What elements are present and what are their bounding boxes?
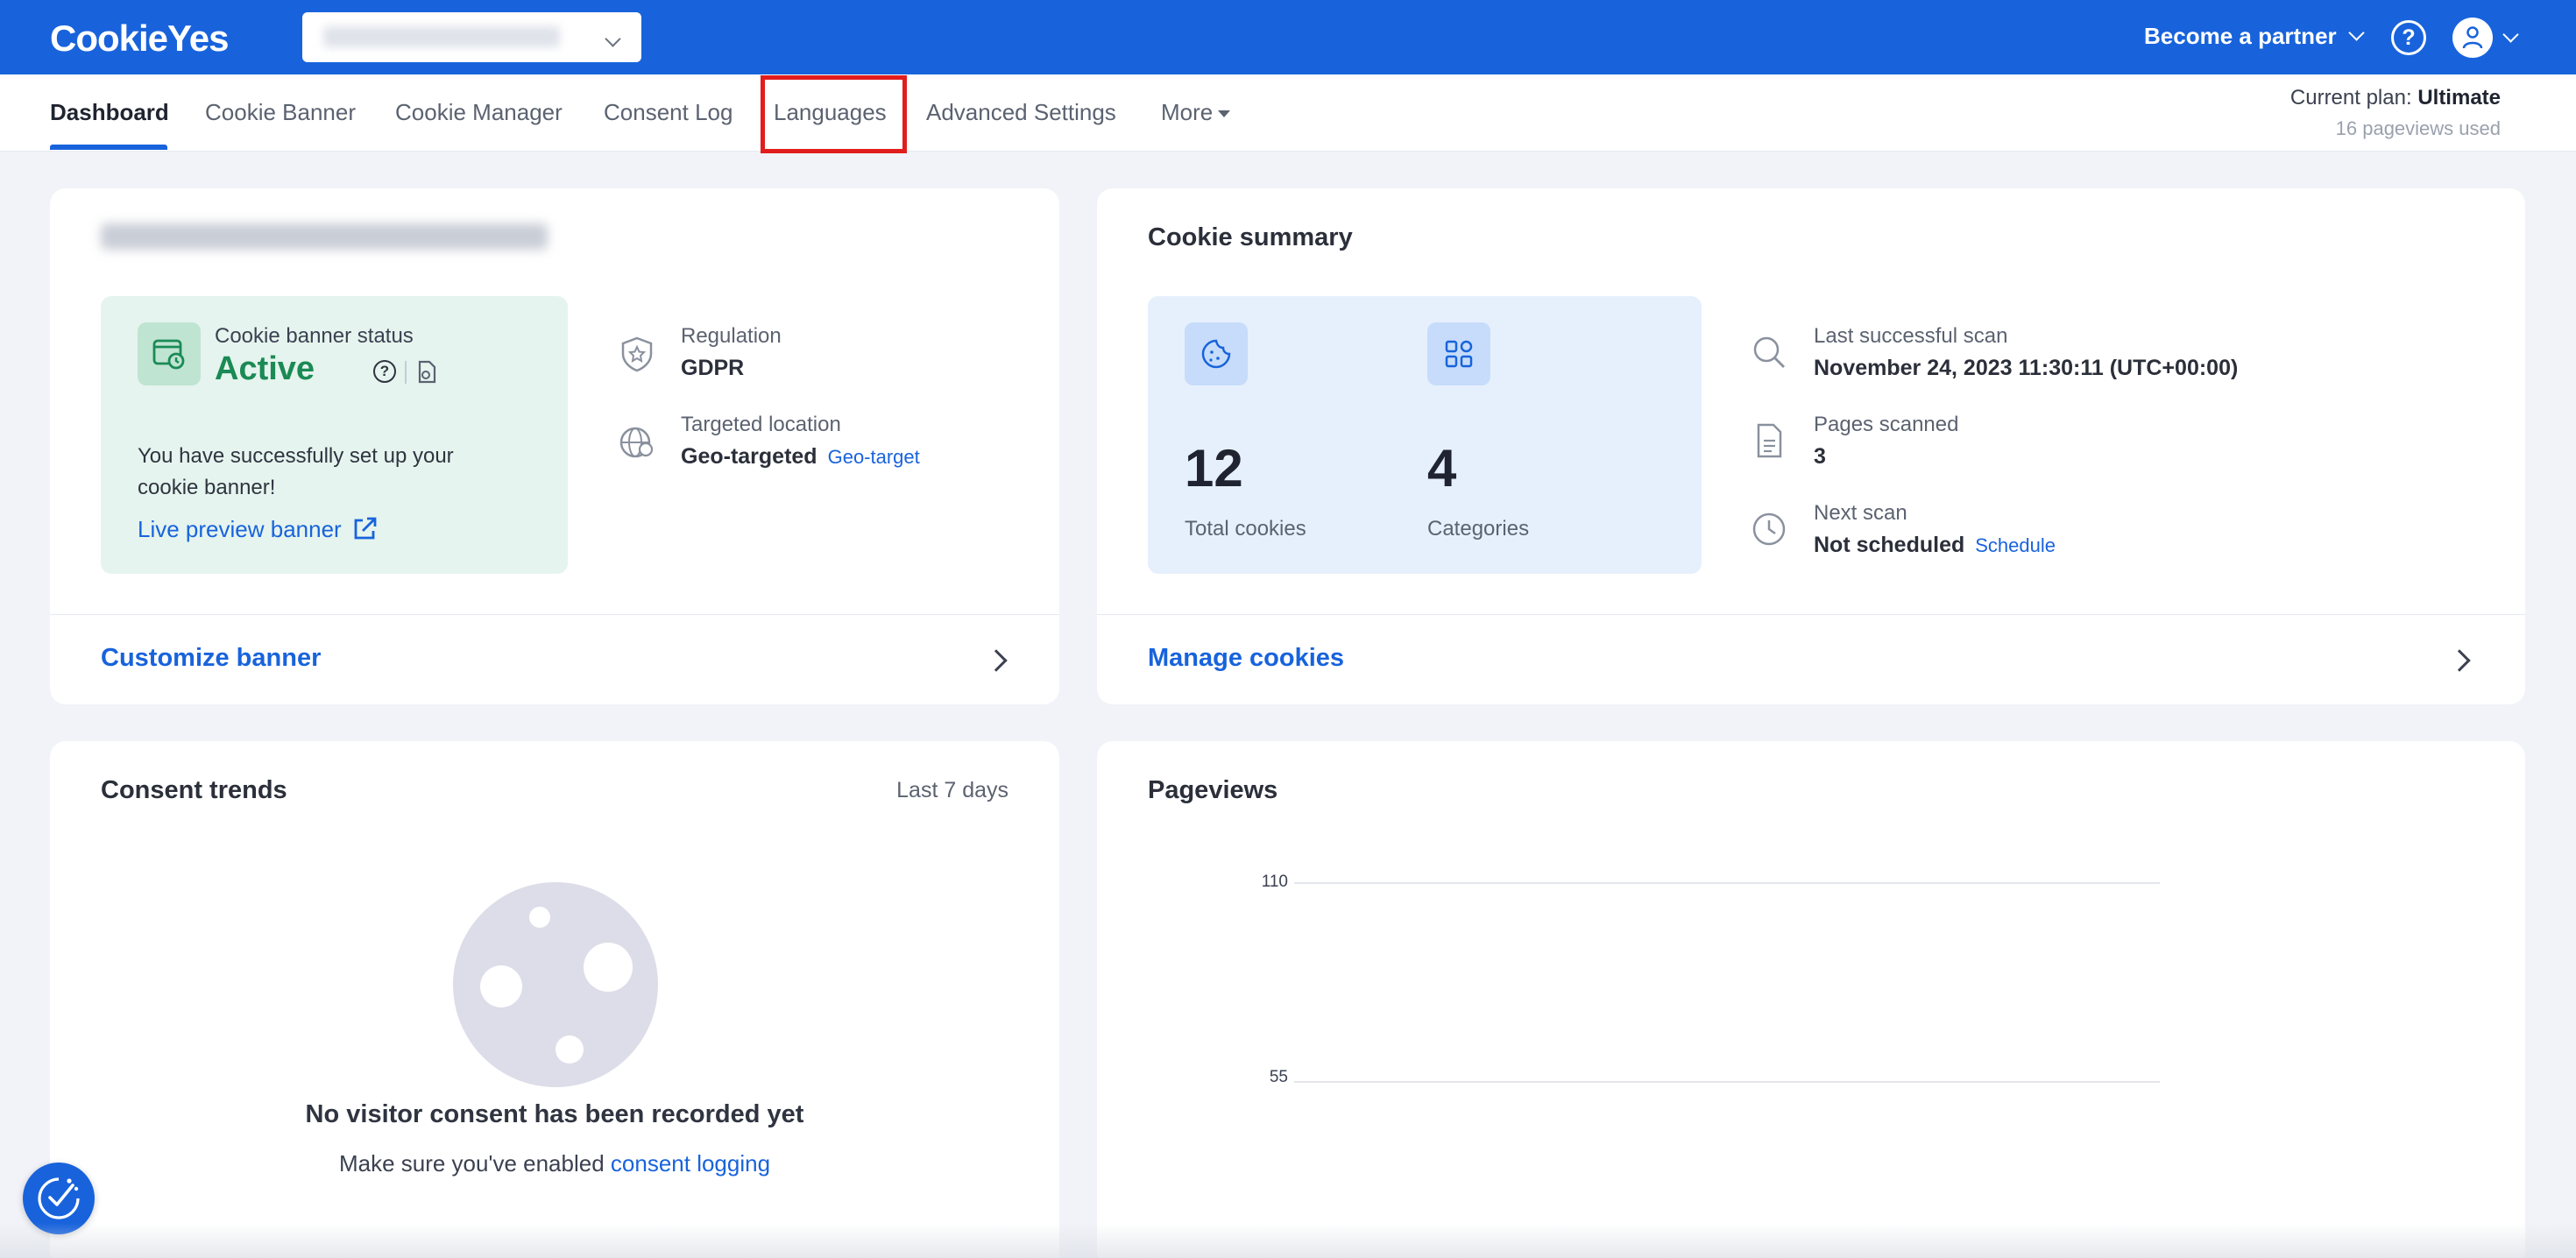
empty-state-sub-label: Make sure you've enabled (338, 1150, 605, 1177)
total-cookies-label: Total cookies (1185, 517, 1306, 541)
status-box: Cookie banner status Active ? You have s… (101, 296, 568, 574)
next-scan-label: Next scan (1814, 501, 1907, 525)
site-url-title-blurred (101, 223, 548, 250)
status-value: Active (215, 350, 315, 387)
tab-cookie-manager[interactable]: Cookie Manager (395, 99, 563, 126)
regulation-label: Regulation (681, 324, 782, 348)
next-scan-value-line: Not scheduled Schedule (1814, 533, 2056, 558)
document-icon (1757, 423, 1782, 458)
geo-target-link[interactable]: Geo-target (828, 446, 920, 468)
pages-scanned-label: Pages scanned (1814, 413, 1959, 436)
y-tick-110: 110 (1261, 873, 1288, 891)
tab-consent-log[interactable]: Consent Log (604, 99, 732, 126)
cookie-check-icon (38, 1177, 80, 1219)
chevron-down-icon (2347, 25, 2365, 41)
banner-status-card: Cookie banner status Active ? You have s… (50, 188, 1059, 704)
pageviews-card: Pageviews 110 55 (1097, 741, 2525, 1258)
consent-preferences-button[interactable] (23, 1163, 95, 1234)
next-scan-row: Next scan Not scheduled Schedule (1814, 501, 2056, 558)
targeted-location-row: Targeted location Geo-targeted Geo-target (681, 413, 920, 470)
pages-scanned-row: Pages scanned 3 (1814, 413, 1958, 470)
shield-icon (621, 336, 653, 372)
next-scan-value: Not scheduled (1814, 533, 1965, 557)
last-scan-row: Last successful scan November 24, 2023 1… (1814, 324, 2238, 381)
cookie-icon (1185, 322, 1248, 385)
pageviews-used: 16 pageviews used (2335, 117, 2501, 139)
grid-glyph (1445, 340, 1473, 368)
avatar[interactable] (2452, 18, 2493, 58)
customize-banner-link[interactable]: Customize banner (101, 644, 321, 673)
categories-icon (1427, 322, 1490, 385)
date-range-selector[interactable]: Last 7 days (896, 778, 1008, 803)
last-scan-value: November 24, 2023 11:30:11 (UTC+00:00) (1814, 356, 2239, 380)
last-scan-label: Last successful scan (1814, 324, 2008, 348)
highlight-box (761, 75, 907, 153)
cookieyes-logo[interactable]: CookieYes (50, 18, 229, 60)
gridline-55 (1294, 1081, 2160, 1083)
site-url-blurred (323, 26, 560, 47)
categories-label: Categories (1427, 517, 1530, 541)
site-selector[interactable] (302, 12, 641, 62)
tab-cookie-banner[interactable]: Cookie Banner (205, 99, 356, 126)
become-partner-label: Become a partner (2144, 23, 2337, 49)
consent-logging-link[interactable]: consent logging (611, 1150, 770, 1177)
chevron-down-icon (605, 31, 621, 47)
card-divider (1097, 614, 2525, 615)
schedule-link[interactable]: Schedule (1975, 534, 2056, 556)
targeted-location-value: Geo-targeted (681, 444, 817, 469)
plan-info: Current plan: Ultimate 16 pageviews used (2290, 86, 2501, 140)
gridline-110 (1294, 882, 2160, 884)
tab-more[interactable]: More (1161, 99, 1231, 126)
active-tab-indicator (50, 145, 167, 150)
plan-name: Ultimate (2417, 86, 2501, 110)
tab-more-label: More (1161, 99, 1214, 125)
consent-trends-card: Consent trends Last 7 days No visitor co… (50, 741, 1059, 1258)
browser-cookie-icon (152, 339, 185, 370)
empty-cookie-illustration (453, 882, 658, 1087)
pages-scanned-value: 3 (1814, 444, 1826, 469)
card-divider (50, 614, 1059, 615)
clock-icon (1752, 512, 1786, 546)
main-nav: Dashboard Cookie Banner Cookie Manager C… (0, 74, 2576, 152)
status-label: Cookie banner status (215, 324, 414, 348)
cookie-glyph (1201, 339, 1231, 369)
categories-count: 4 (1427, 439, 1457, 498)
banner-status-icon (138, 322, 201, 385)
become-partner-menu[interactable]: Become a partner (2144, 23, 2365, 50)
tab-dashboard[interactable]: Dashboard (50, 99, 169, 126)
total-cookies-count: 12 (1185, 439, 1243, 498)
external-link-icon (354, 517, 377, 540)
targeted-location-value-line: Geo-targeted Geo-target (681, 444, 920, 470)
cookie-summary-title: Cookie summary (1148, 223, 1353, 251)
summary-box: 12 Total cookies 4 Categories (1148, 296, 1702, 574)
question-icon[interactable]: ? (373, 360, 396, 383)
empty-state-heading: No visitor consent has been recorded yet (305, 1100, 804, 1128)
divider (405, 361, 407, 384)
live-preview-label: Live preview banner (138, 515, 342, 542)
globe-location-icon (619, 427, 654, 458)
y-tick-55: 55 (1269, 1068, 1288, 1086)
search-icon (1753, 336, 1785, 368)
document-icon[interactable] (416, 360, 437, 385)
consent-trends-title: Consent trends (101, 776, 287, 804)
regulation-value: GDPR (681, 356, 745, 380)
chevron-right-icon[interactable] (985, 649, 1008, 672)
help-icon[interactable]: ? (2391, 20, 2426, 55)
chevron-down-icon[interactable] (2502, 26, 2519, 43)
cookie-summary-card: Cookie summary 12 Total cookies 4 Catego… (1097, 188, 2525, 704)
user-icon (2462, 26, 2483, 49)
tab-advanced-settings[interactable]: Advanced Settings (926, 99, 1116, 126)
plan-label: Current plan: (2289, 86, 2412, 110)
pageviews-title: Pageviews (1148, 776, 1278, 804)
caret-down-icon (1218, 110, 1231, 118)
plan-line: Current plan: Ultimate (2290, 86, 2501, 110)
empty-state-subtext: Make sure you've enabled consent logging (50, 1150, 1059, 1177)
chevron-right-icon[interactable] (2448, 649, 2471, 672)
regulation-row: Regulation GDPR (681, 324, 782, 381)
top-bar: CookieYes Become a partner ? (0, 0, 2576, 74)
status-message: You have successfully set up your cookie… (138, 444, 454, 499)
targeted-location-label: Targeted location (681, 413, 841, 436)
manage-cookies-link[interactable]: Manage cookies (1148, 644, 1344, 673)
live-preview-link[interactable]: Live preview banner (138, 515, 379, 543)
